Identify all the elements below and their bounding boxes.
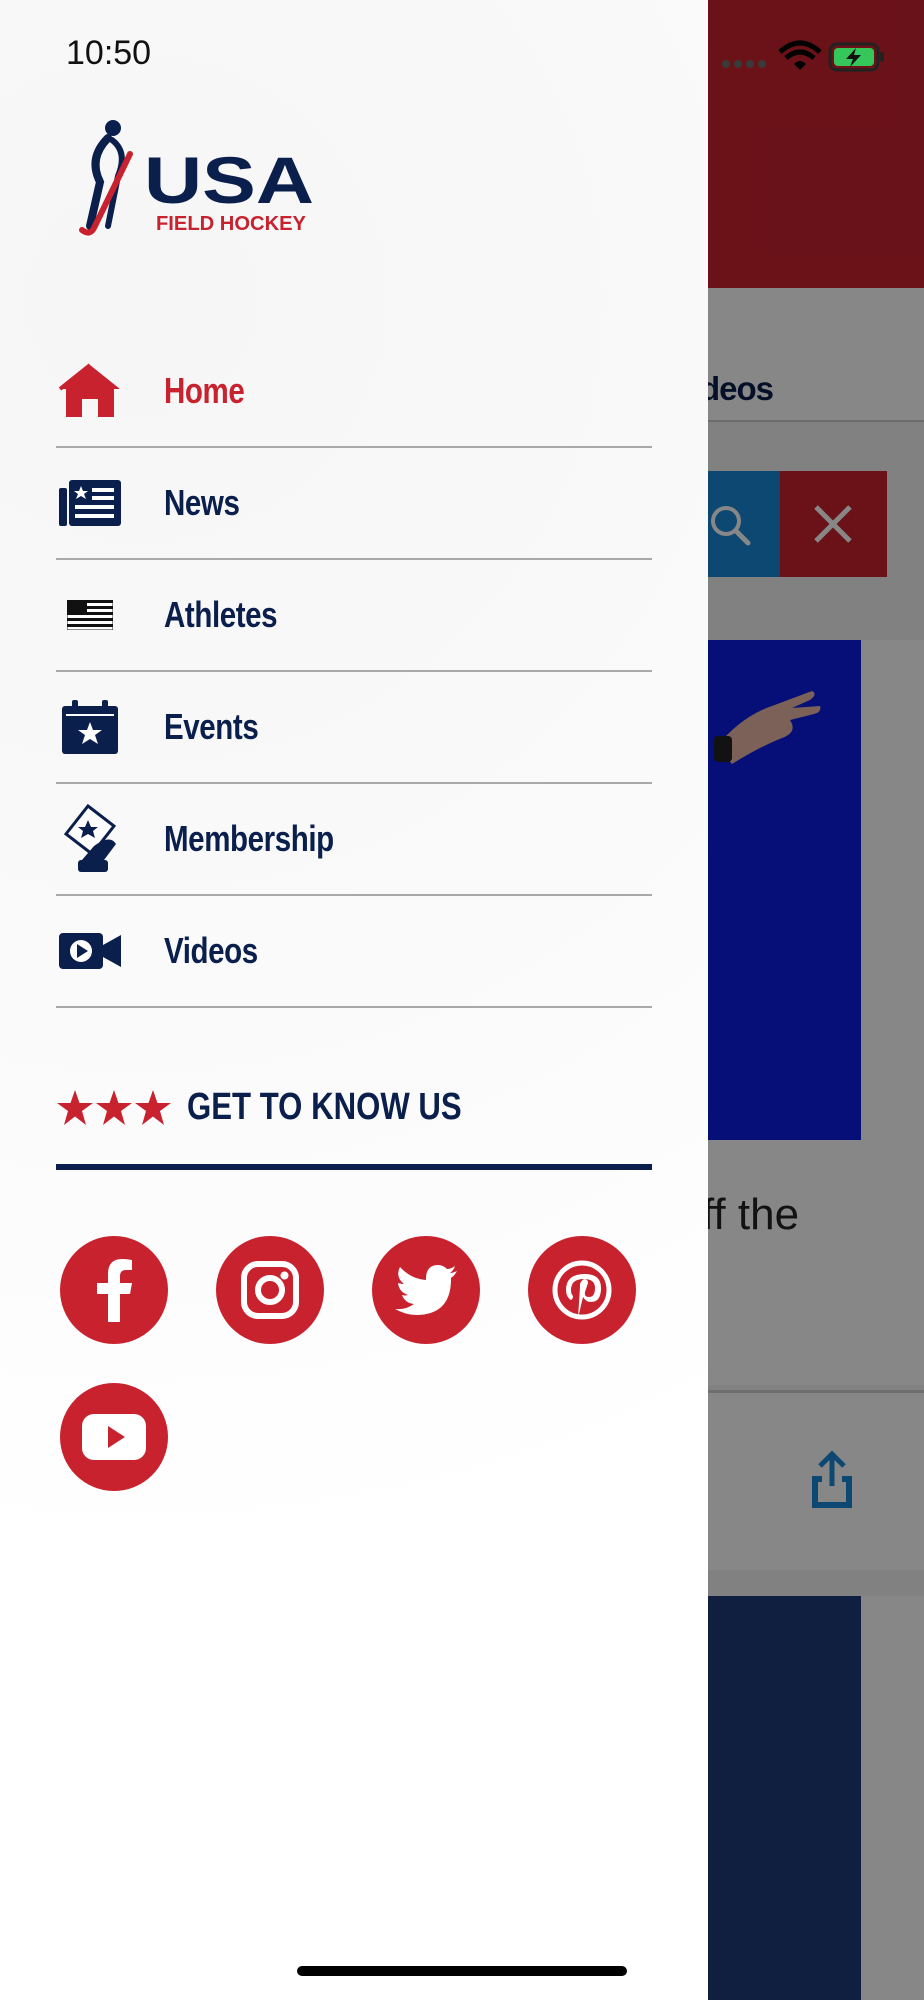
flag-icon [58,583,122,647]
navigation-drawer: 10:50 USA FIELD HOCKEY Home News Athlete… [0,0,708,2000]
get-to-know-us-heading: GET TO KNOW US [56,1084,652,1170]
pinterest-button[interactable] [528,1236,636,1344]
svg-text:FIELD HOCKEY: FIELD HOCKEY [156,213,307,235]
three-stars-icon [57,1090,171,1125]
menu-item-events[interactable]: Events [56,672,652,784]
home-indicator[interactable] [297,1966,627,1976]
menu-item-videos[interactable]: Videos [56,896,652,1008]
menu-item-label: Athletes [164,594,278,635]
membership-card-icon [58,804,122,872]
menu-item-membership[interactable]: Membership [56,784,652,896]
menu-item-label: Home [164,370,245,411]
menu-item-label: News [164,482,240,523]
menu-item-label: Events [164,706,259,747]
pinterest-icon [552,1260,612,1320]
menu-item-home[interactable]: Home [56,336,652,448]
twitter-button[interactable] [372,1236,480,1344]
news-icon [58,471,122,535]
status-icons [722,40,884,72]
cellular-signal-icon [722,60,766,68]
wifi-icon [778,40,822,70]
facebook-button[interactable] [60,1236,168,1344]
main-menu: Home News Athletes Events Membership Vid… [56,336,652,1008]
home-icon [58,359,122,423]
battery-icon [828,42,884,72]
usa-field-hockey-logo[interactable]: USA FIELD HOCKEY [78,118,318,236]
menu-item-athletes[interactable]: Athletes [56,560,652,672]
menu-item-label: Membership [164,818,334,859]
menu-item-news[interactable]: News [56,448,652,560]
get-to-know-us-label: GET TO KNOW US [187,1086,462,1128]
facebook-icon [97,1259,132,1322]
menu-item-label: Videos [164,930,258,971]
video-camera-icon [58,919,122,983]
youtube-button[interactable] [60,1383,168,1491]
status-time: 10:50 [66,34,152,72]
calendar-star-icon [58,695,122,759]
twitter-icon [395,1265,457,1315]
svg-text:USA: USA [144,143,314,217]
instagram-icon [241,1261,299,1319]
instagram-button[interactable] [216,1236,324,1344]
youtube-icon [82,1414,146,1460]
